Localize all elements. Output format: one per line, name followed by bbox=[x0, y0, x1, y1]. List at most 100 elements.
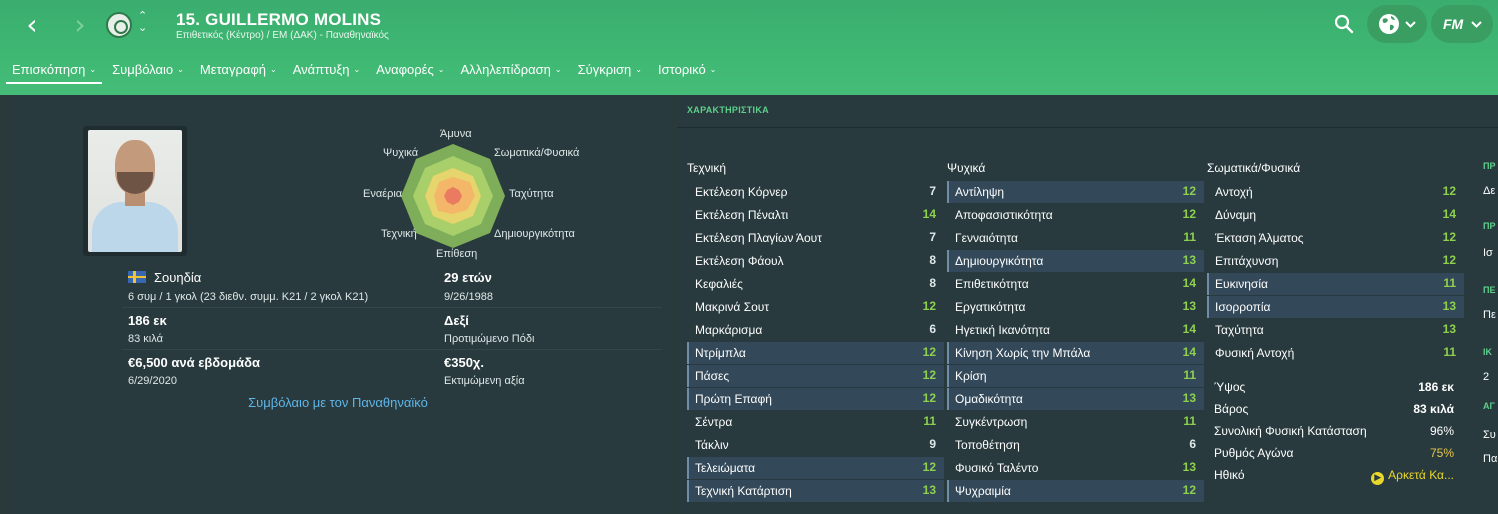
physical-info-row: Βάρος 83 κιλά bbox=[1214, 399, 1454, 421]
section-header-clipped: ΑΓ bbox=[1483, 401, 1495, 411]
attribute-name: Φυσική Αντοχή bbox=[1215, 346, 1295, 360]
radar-label-aerial: Εναέρια bbox=[363, 188, 403, 200]
attribute-row[interactable]: Αποφασιστικότητα 12 bbox=[947, 204, 1204, 226]
section-value-clipped: Ισ bbox=[1483, 247, 1493, 259]
attribute-name: Αποφασιστικότητα bbox=[955, 208, 1053, 222]
attribute-row[interactable]: Εκτέλεση Κόρνερ 7 bbox=[687, 181, 944, 203]
profile-panel: Άμυνα Σωματικά/Φυσικά Ταχύτητα Δημιουργι… bbox=[10, 95, 671, 514]
tab-contract[interactable]: Συμβόλαιο ⌄ bbox=[112, 60, 184, 84]
physical-info-value: 75% bbox=[1429, 446, 1454, 460]
attribute-row[interactable]: Πρώτη Επαφή 12 bbox=[687, 388, 944, 410]
attribute-row[interactable]: Ισορροπία 13 bbox=[1207, 296, 1464, 318]
estimated-value-label: Εκτιμώμενη αξία bbox=[444, 375, 525, 387]
attribute-row[interactable]: Ομαδικότητα 13 bbox=[947, 388, 1204, 410]
tab-development[interactable]: Ανάπτυξη ⌄ bbox=[293, 60, 360, 84]
attribute-name: Εκτέλεση Φάουλ bbox=[695, 254, 784, 268]
attribute-name: Μαρκάρισμα bbox=[695, 323, 763, 337]
attribute-name: Σέντρα bbox=[695, 415, 733, 429]
attribute-row[interactable]: Τοποθέτηση 6 bbox=[947, 434, 1204, 456]
attribute-row[interactable]: Κίνηση Χωρίς την Μπάλα 14 bbox=[947, 342, 1204, 364]
morale-arrow-icon: ▶ bbox=[1371, 472, 1385, 485]
attribute-row[interactable]: Εκτέλεση Πέναλτι 14 bbox=[687, 204, 944, 226]
attribute-row[interactable]: Συγκέντρωση 11 bbox=[947, 411, 1204, 433]
player-name: 15. GUILLERMO MOLINS bbox=[176, 10, 382, 29]
attribute-row[interactable]: Αντοχή 12 bbox=[1207, 181, 1464, 203]
physical-info-row: Ύψος 186 εκ bbox=[1214, 377, 1454, 399]
section-header-clipped: ΠΕ bbox=[1483, 285, 1496, 295]
attribute-value: 6 bbox=[929, 322, 936, 336]
tab-reports[interactable]: Αναφορές ⌄ bbox=[376, 60, 444, 84]
attribute-row[interactable]: Ηγετική Ικανότητα 14 bbox=[947, 319, 1204, 341]
physical-info-value: ▶ Αρκετά Κα... bbox=[1371, 468, 1454, 485]
attribute-value: 7 bbox=[929, 230, 936, 244]
contract-link[interactable]: Συμβόλαιο με τον Παναθηναϊκό bbox=[128, 395, 548, 410]
attribute-row[interactable]: Πάσες 12 bbox=[687, 365, 944, 387]
attribute-value: 9 bbox=[929, 437, 936, 451]
fm-menu-button[interactable]: FM bbox=[1431, 5, 1493, 43]
international-caps: 6 συμ / 1 γκολ (23 διεθν. συμμ. Κ21 / 2 … bbox=[128, 291, 369, 303]
attribute-row[interactable]: Ψυχραιμία 12 bbox=[947, 480, 1204, 502]
attribute-row[interactable]: Ταχύτητα 13 bbox=[1207, 319, 1464, 341]
attribute-row[interactable]: Επιτάχυνση 12 bbox=[1207, 250, 1464, 272]
radar-label-physical: Σωματικά/Φυσικά bbox=[494, 147, 580, 159]
tab-comparison[interactable]: Σύγκριση ⌄ bbox=[578, 60, 642, 84]
nationality[interactable]: Σουηδία bbox=[128, 270, 201, 285]
attribute-row[interactable]: Τεχνική Κατάρτιση 13 bbox=[687, 480, 944, 502]
attribute-row[interactable]: Δύναμη 14 bbox=[1207, 204, 1464, 226]
club-crest-icon[interactable] bbox=[106, 12, 132, 38]
attribute-name: Δημιουργικότητα bbox=[955, 254, 1044, 268]
attribute-value: 11 bbox=[923, 414, 936, 428]
contract-end-date: 6/29/2020 bbox=[128, 375, 177, 387]
attribute-value: 13 bbox=[1182, 253, 1196, 267]
attribute-name: Κίνηση Χωρίς την Μπάλα bbox=[955, 346, 1091, 360]
attribute-row[interactable]: Φυσικό Ταλέντο 13 bbox=[947, 457, 1204, 479]
attribute-value: 13 bbox=[1442, 322, 1456, 336]
attribute-name: Ισορροπία bbox=[1215, 300, 1271, 314]
attribute-row[interactable]: Μαρκάρισμα 6 bbox=[687, 319, 944, 341]
attribute-row[interactable]: Εκτέλεση Πλαγίων Άουτ 7 bbox=[687, 227, 944, 249]
attribute-row[interactable]: Κεφαλιές 8 bbox=[687, 273, 944, 295]
attribute-row[interactable]: Φυσική Αντοχή 11 bbox=[1207, 342, 1464, 364]
globe-menu-button[interactable] bbox=[1367, 5, 1427, 43]
radar-label-technique: Τεχνική bbox=[381, 228, 417, 240]
attribute-name: Τελειώματα bbox=[695, 461, 756, 475]
attribute-name: Δύναμη bbox=[1215, 208, 1257, 222]
physical-info-row[interactable]: Ηθικό ▶ Αρκετά Κα... bbox=[1214, 465, 1454, 487]
attribute-row[interactable]: Μακρινά Σουτ 12 bbox=[687, 296, 944, 318]
attribute-row[interactable]: Δημιουργικότητα 13 bbox=[947, 250, 1204, 272]
attribute-row[interactable]: Εργατικότητα 13 bbox=[947, 296, 1204, 318]
player-switch-arrows-icon[interactable]: ⌃ ⌄ bbox=[138, 10, 147, 34]
section-header-clipped: ΠΡ bbox=[1483, 221, 1496, 231]
physical-info-label: Βάρος bbox=[1214, 402, 1249, 416]
attribute-row[interactable]: Κρίση 11 bbox=[947, 365, 1204, 387]
radar-label-attack: Επίθεση bbox=[436, 248, 478, 260]
tab-transfer[interactable]: Μεταγραφή ⌄ bbox=[200, 60, 277, 84]
attributes-title: ΧΑΡΑΚΤΗΡΙΣΤΙΚΑ bbox=[687, 105, 769, 115]
attribute-row[interactable]: Ευκινησία 11 bbox=[1207, 273, 1464, 295]
attribute-value: 13 bbox=[1182, 391, 1196, 405]
search-icon[interactable] bbox=[1334, 14, 1354, 34]
attribute-value: 14 bbox=[1182, 345, 1196, 359]
weight-value: 83 κιλά bbox=[128, 333, 163, 345]
height-value: 186 εκ bbox=[128, 313, 167, 328]
attribute-row[interactable]: Σέντρα 11 bbox=[687, 411, 944, 433]
back-arrow-icon[interactable]: ‹ bbox=[18, 10, 46, 40]
attribute-row[interactable]: Αντίληψη 12 bbox=[947, 181, 1204, 203]
attribute-row[interactable]: Ντρίμπλα 12 bbox=[687, 342, 944, 364]
tab-interaction[interactable]: Αλληλεπίδραση ⌄ bbox=[460, 60, 561, 84]
radar-label-mental: Ψυχικά bbox=[383, 147, 419, 159]
attribute-name: Αντίληψη bbox=[955, 185, 1005, 199]
technical-header: Τεχνική bbox=[687, 161, 726, 175]
attribute-row[interactable]: Τελειώματα 12 bbox=[687, 457, 944, 479]
attribute-row[interactable]: Τάκλιν 9 bbox=[687, 434, 944, 456]
attribute-value: 12 bbox=[922, 345, 936, 359]
tab-overview[interactable]: Επισκόπηση ⌄ bbox=[6, 60, 103, 84]
attribute-name: Γενναιότητα bbox=[955, 231, 1018, 245]
attribute-name: Εκτέλεση Πλαγίων Άουτ bbox=[695, 231, 822, 245]
forward-arrow-icon[interactable]: › bbox=[66, 10, 94, 40]
attribute-row[interactable]: Έκταση Άλματος 12 bbox=[1207, 227, 1464, 249]
attribute-row[interactable]: Επιθετικότητα 14 bbox=[947, 273, 1204, 295]
tab-history[interactable]: Ιστορικό ⌄ bbox=[658, 60, 716, 84]
attribute-row[interactable]: Εκτέλεση Φάουλ 8 bbox=[687, 250, 944, 272]
attribute-row[interactable]: Γενναιότητα 11 bbox=[947, 227, 1204, 249]
